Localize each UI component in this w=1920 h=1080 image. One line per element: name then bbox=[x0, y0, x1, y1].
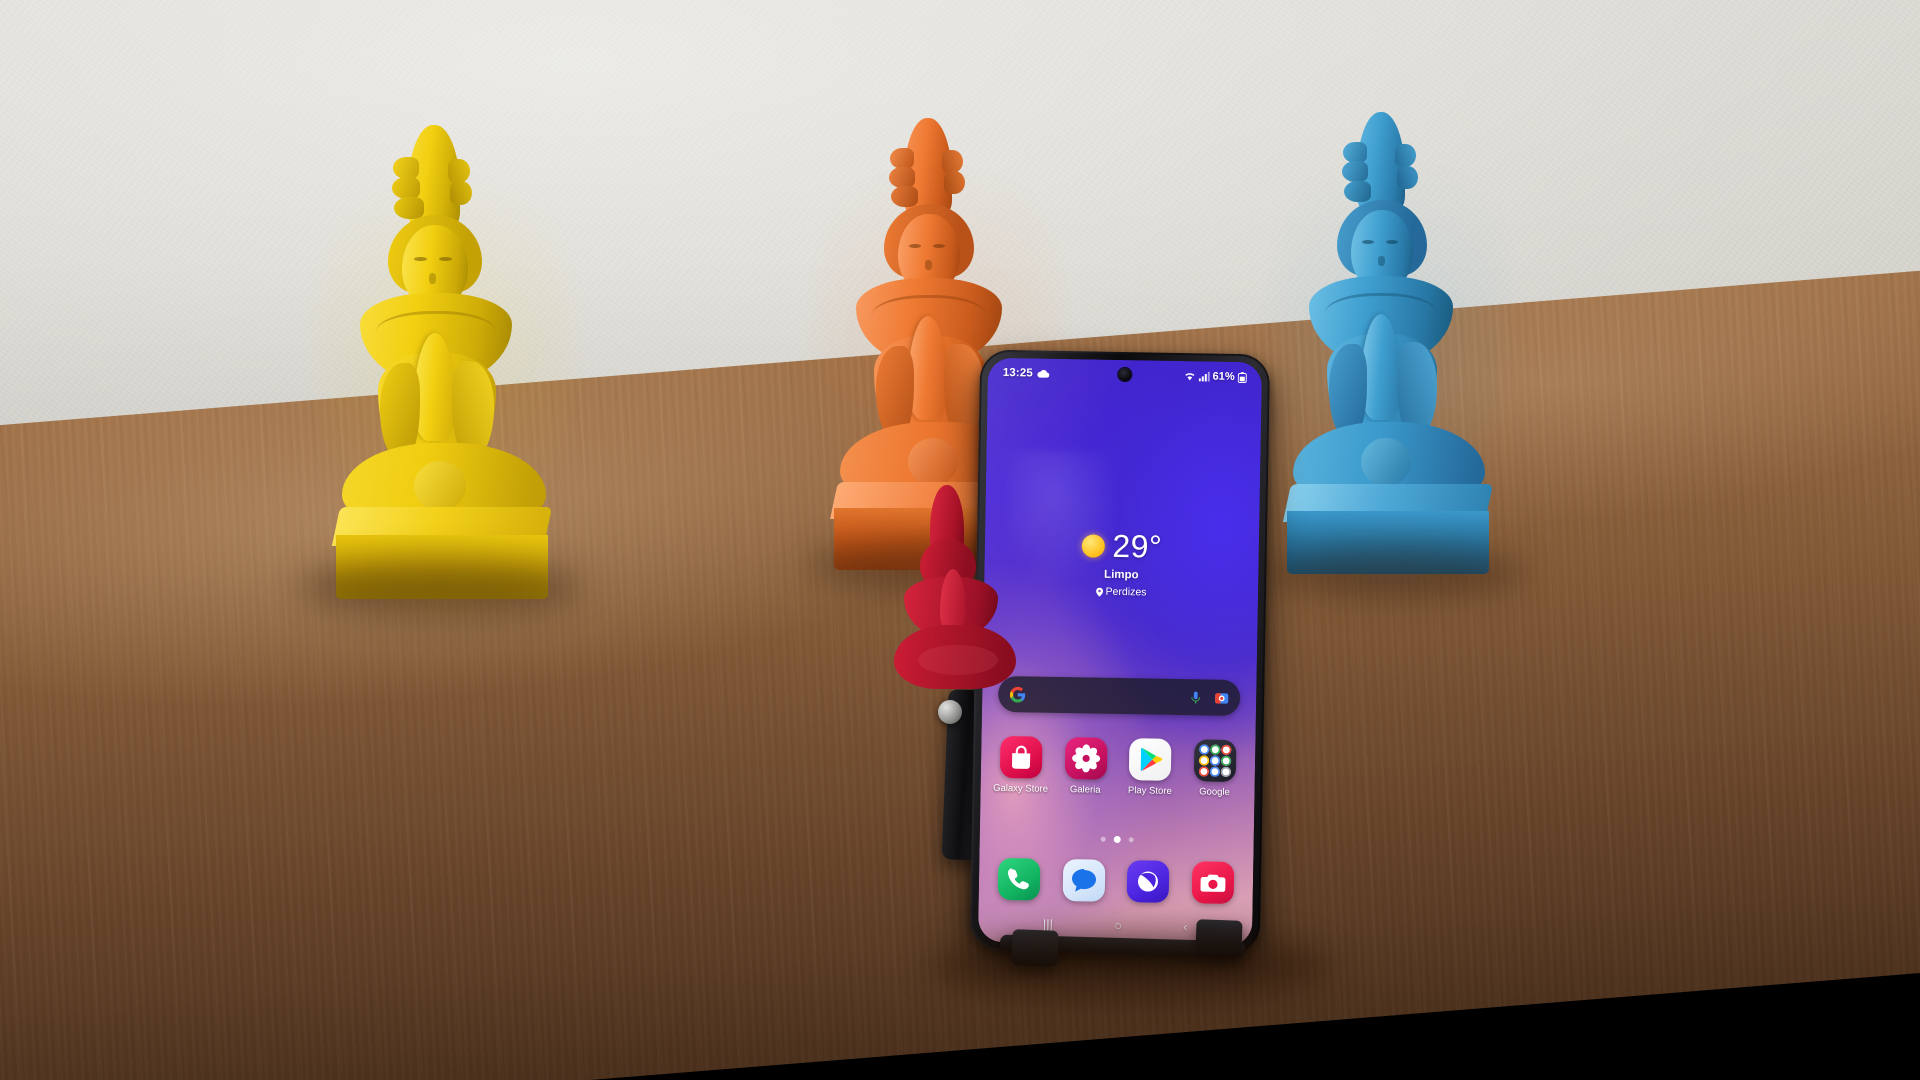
status-time: 13:25 bbox=[1002, 366, 1033, 380]
google-lens-icon[interactable] bbox=[1214, 690, 1229, 705]
phone-screen[interactable]: 13:25 61% 29° Limpo Perdizes Galaxy Stor… bbox=[977, 357, 1263, 947]
microphone-icon[interactable] bbox=[1188, 690, 1203, 705]
app-label: Galeria bbox=[1069, 784, 1101, 796]
app-play-store[interactable]: Play Store bbox=[1120, 738, 1181, 797]
dock-item-phone[interactable] bbox=[989, 857, 1050, 901]
app-label: Play Store bbox=[1127, 785, 1172, 797]
app-galaxy-store[interactable]: Galaxy Store bbox=[991, 735, 1052, 795]
signal-bars-icon bbox=[1198, 371, 1210, 382]
battery-percent: 61% bbox=[1212, 370, 1235, 383]
galaxy-store-icon[interactable] bbox=[999, 735, 1043, 779]
sun-icon bbox=[1081, 533, 1105, 558]
weather-condition: Limpo bbox=[1103, 568, 1139, 582]
search-input-area[interactable] bbox=[1026, 694, 1188, 697]
samsung-internet-icon[interactable] bbox=[1126, 860, 1170, 903]
battery-icon bbox=[1237, 371, 1247, 383]
weather-temp-row: 29° bbox=[985, 528, 1260, 565]
app-galeria[interactable]: Galeria bbox=[1055, 737, 1116, 796]
status-bar: 13:25 61% bbox=[988, 363, 1262, 388]
google-folder-icon[interactable] bbox=[1193, 739, 1237, 783]
dock-item-messages[interactable] bbox=[1053, 859, 1114, 902]
weather-location: Perdizes bbox=[1105, 585, 1147, 599]
wifi-icon bbox=[1184, 373, 1195, 381]
play-store-icon[interactable] bbox=[1129, 738, 1172, 781]
gallery-flower-icon[interactable] bbox=[1064, 737, 1108, 780]
phone-icon[interactable] bbox=[997, 857, 1041, 901]
yellow-statue-shadow bbox=[300, 560, 580, 614]
blue-buddha-statue bbox=[1271, 102, 1511, 590]
recents-icon[interactable]: ||| bbox=[1043, 916, 1053, 931]
dock-item-camera[interactable] bbox=[1183, 861, 1244, 905]
dock-item-internet[interactable] bbox=[1118, 860, 1179, 903]
photo-scene: 13:25 61% 29° Limpo Perdizes Galaxy Stor… bbox=[0, 0, 1920, 1080]
google-search-bar[interactable] bbox=[997, 675, 1241, 717]
weather-temperature: 29° bbox=[1112, 527, 1163, 565]
status-bar-left: 13:25 bbox=[1003, 367, 1050, 380]
weather-widget[interactable]: 29° Limpo Perdizes bbox=[984, 528, 1259, 601]
cloud-icon bbox=[1037, 369, 1050, 378]
home-screen-dock bbox=[989, 857, 1244, 905]
blue-statue-shadow bbox=[1268, 548, 1526, 598]
page-dot[interactable] bbox=[1100, 836, 1106, 842]
location-pin-icon bbox=[1095, 587, 1103, 597]
page-dot[interactable] bbox=[1128, 837, 1134, 843]
app-folder-google[interactable]: Google bbox=[1184, 739, 1245, 798]
yellow-buddha-statue bbox=[316, 115, 574, 617]
page-indicator bbox=[980, 834, 1254, 846]
app-label: Galaxy Store bbox=[993, 782, 1049, 795]
search-bar-actions bbox=[1188, 690, 1229, 706]
camera-icon[interactable] bbox=[1191, 861, 1235, 905]
app-label: Google bbox=[1199, 786, 1230, 798]
status-bar-right: 61% bbox=[1183, 370, 1247, 383]
messages-icon[interactable] bbox=[1062, 859, 1106, 902]
home-screen-app-row: Galaxy Store Galeria Play Store Google bbox=[991, 735, 1246, 798]
phone-stand-shadow bbox=[930, 930, 1330, 1002]
page-dot-active[interactable] bbox=[1113, 835, 1121, 844]
red-buddha-statue bbox=[894, 485, 1020, 695]
